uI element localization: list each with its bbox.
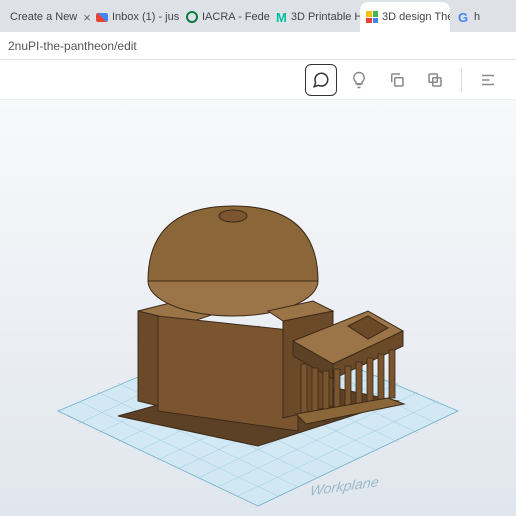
copy-button[interactable] <box>381 64 413 96</box>
toolbar <box>0 60 516 100</box>
url-text: 2nuPI-the-pantheon/edit <box>8 39 137 53</box>
tab-iacra[interactable]: IACRA - Feder × <box>180 2 270 32</box>
tab-3dprintable[interactable]: M 3D Printable H × <box>270 2 360 32</box>
workplane: Workplane <box>48 316 468 516</box>
comment-button[interactable] <box>305 64 337 96</box>
bulb-button[interactable] <box>343 64 375 96</box>
paste-button[interactable] <box>419 64 451 96</box>
google-icon: G <box>456 10 470 24</box>
tab-inbox[interactable]: Inbox (1) - jus × <box>90 2 180 32</box>
tab-label: IACRA - Feder <box>202 11 270 23</box>
close-icon[interactable]: × <box>83 10 90 25</box>
tab-label: h <box>474 11 480 23</box>
workplane-grid <box>48 316 468 516</box>
tab-label: Create a New <box>10 11 77 23</box>
url-bar[interactable]: 2nuPI-the-pantheon/edit <box>0 32 516 60</box>
browser-tab-bar: Create a New × Inbox (1) - jus × IACRA -… <box>0 0 516 32</box>
tab-create-new[interactable]: Create a New × <box>0 2 90 32</box>
tab-label: 3D Printable H <box>291 11 360 23</box>
canvas[interactable]: Workplane <box>0 100 516 516</box>
gmail-icon <box>96 10 108 24</box>
separator <box>461 68 462 92</box>
align-button[interactable] <box>472 64 504 96</box>
iacra-icon <box>186 10 198 24</box>
tab-label: Inbox (1) - jus <box>112 11 179 23</box>
tab-3ddesign[interactable]: 3D design The × <box>360 2 450 32</box>
tab-label: 3D design The <box>382 11 450 23</box>
tab-google[interactable]: G h <box>450 2 486 32</box>
tinkercad-icon <box>366 10 378 24</box>
m-icon: M <box>276 10 287 24</box>
